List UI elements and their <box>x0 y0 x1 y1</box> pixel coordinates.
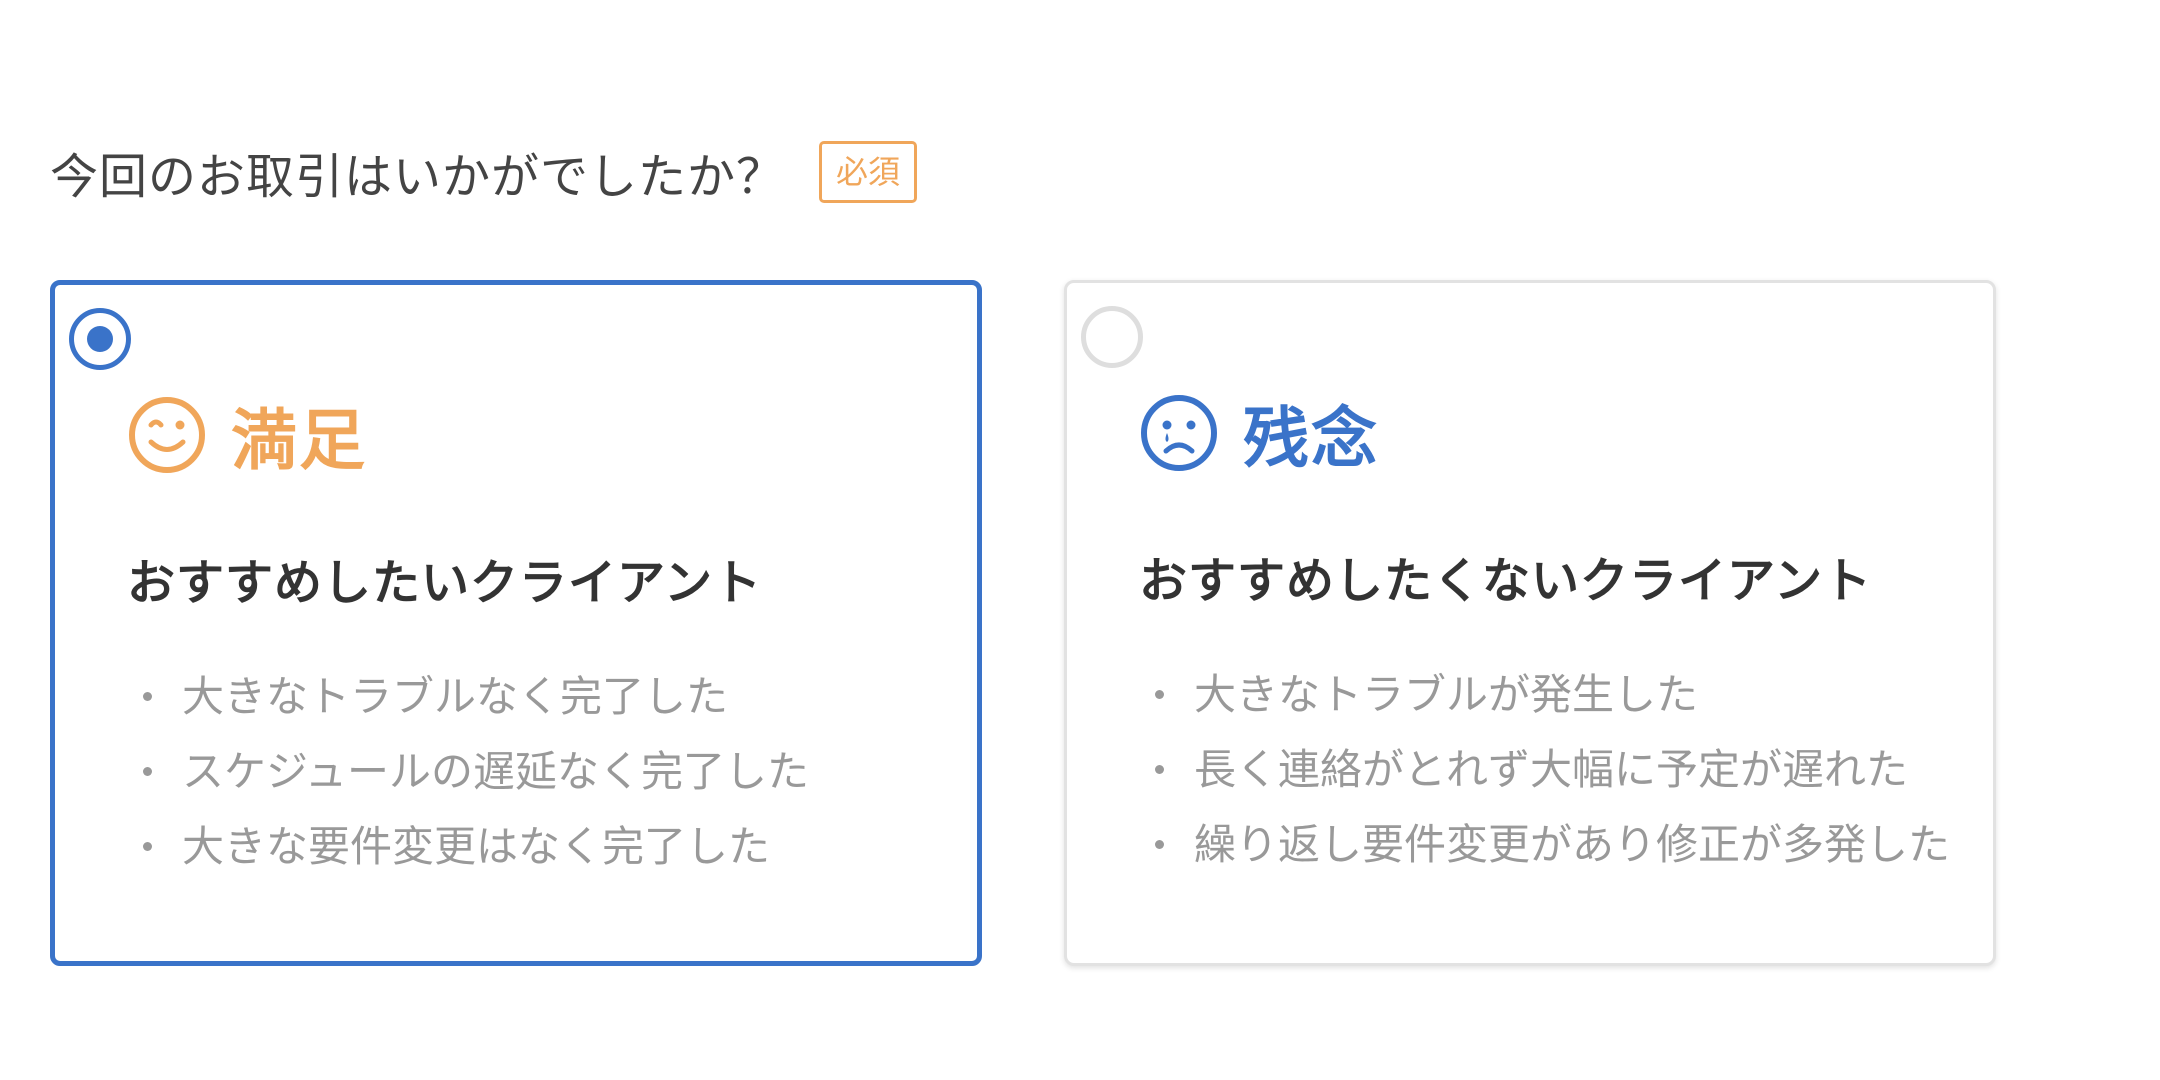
question-row: 今回のお取引はいかがでしたか？ 必須 <box>50 136 918 208</box>
radio-button-satisfied[interactable] <box>69 308 131 370</box>
rating-label-regret: 残念 <box>1243 400 1379 477</box>
bullet-icon <box>1155 840 1164 849</box>
rating-form: 今回のお取引はいかがでしたか？ 必須 満足 おすすめしたいクライアント 大きなト… <box>0 0 2160 1080</box>
rating-header-satisfied: 満足 <box>127 385 367 485</box>
list-item: スケジュールの遅延なく完了した <box>143 734 809 809</box>
radio-button-regret[interactable] <box>1081 306 1143 368</box>
sad-face-icon <box>1141 395 1217 471</box>
bullet-icon <box>1155 765 1164 774</box>
required-badge: 必須 <box>819 141 918 203</box>
list-item-text: 大きなトラブルなく完了した <box>182 672 729 721</box>
card-heading-regret: おすすめしたくないクライアント <box>1139 553 1873 609</box>
list-item: 繰り返し要件変更があり修正が多発した <box>1155 807 1950 882</box>
bullet-icon <box>143 692 152 701</box>
reason-list-regret: 大きなトラブルが発生した 長く連絡がとれず大幅に予定が遅れた 繰り返し要件変更が… <box>1155 657 1950 882</box>
list-item-text: 大きなトラブルが発生した <box>1194 670 1699 719</box>
rating-label-satisfied: 満足 <box>231 402 367 479</box>
list-item: 大きなトラブルなく完了した <box>143 659 809 734</box>
list-item: 長く連絡がとれず大幅に予定が遅れた <box>1155 732 1950 807</box>
list-item: 大きなトラブルが発生した <box>1155 657 1950 732</box>
rating-header-regret: 残念 <box>1139 383 1379 483</box>
list-item-text: 繰り返し要件変更があり修正が多発した <box>1194 820 1951 869</box>
radio-selected-dot <box>87 326 113 352</box>
bullet-icon <box>143 767 152 776</box>
bullet-icon <box>143 842 152 851</box>
reason-list-satisfied: 大きなトラブルなく完了した スケジュールの遅延なく完了した 大きな要件変更はなく… <box>143 659 809 884</box>
bullet-icon <box>1155 690 1164 699</box>
list-item-text: 大きな要件変更はなく完了した <box>182 822 771 871</box>
card-heading-satisfied: おすすめしたいクライアント <box>127 555 763 611</box>
list-item-text: スケジュールの遅延なく完了した <box>182 747 810 796</box>
list-item: 大きな要件変更はなく完了した <box>143 809 809 884</box>
question-text: 今回のお取引はいかがでしたか？ <box>50 149 786 205</box>
smile-icon <box>129 397 205 473</box>
list-item-text: 長く連絡がとれず大幅に予定が遅れた <box>1194 745 1909 794</box>
option-card-regret[interactable]: 残念 おすすめしたくないクライアント 大きなトラブルが発生した 長く連絡がとれず… <box>1064 280 1996 966</box>
option-card-satisfied[interactable]: 満足 おすすめしたいクライアント 大きなトラブルなく完了した スケジュールの遅延… <box>50 280 982 966</box>
